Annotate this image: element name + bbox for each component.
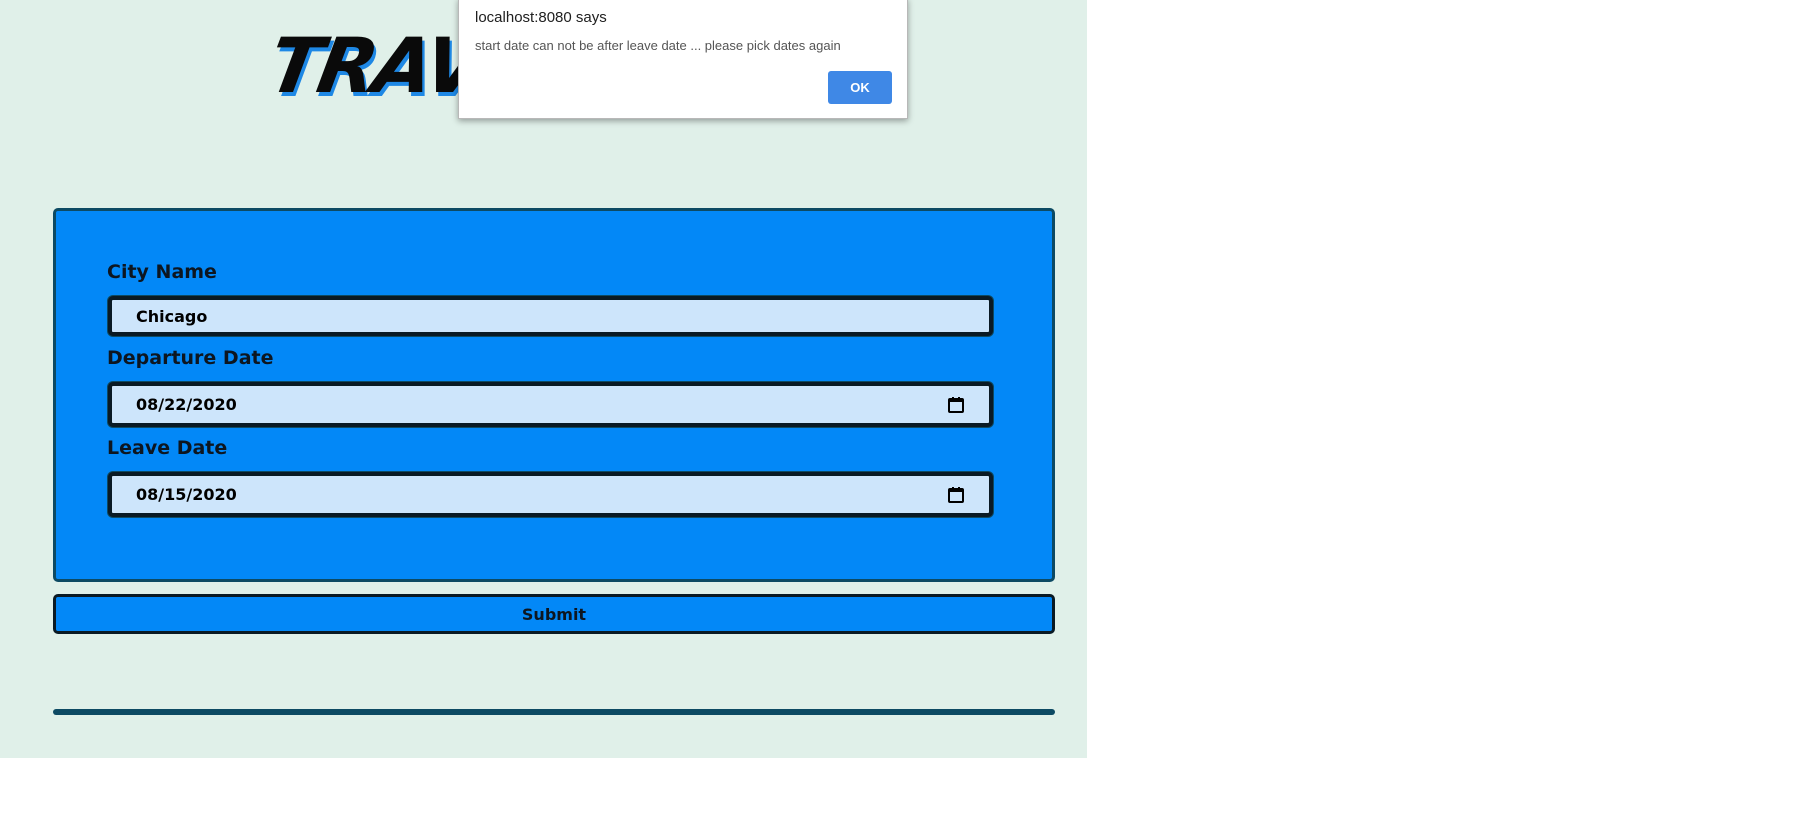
leave-date-input[interactable]: [136, 476, 916, 513]
departure-date-input[interactable]: [136, 386, 916, 423]
leave-date-field[interactable]: [108, 472, 993, 517]
city-name-field[interactable]: [108, 296, 993, 336]
leave-date-label: Leave Date: [107, 437, 228, 459]
submit-button[interactable]: Submit: [53, 594, 1055, 634]
calendar-icon[interactable]: [947, 396, 965, 414]
city-name-label: City Name: [107, 261, 217, 283]
city-name-input[interactable]: [136, 300, 916, 332]
dialog-message: start date can not be after leave date .…: [475, 38, 841, 53]
divider: [53, 709, 1055, 715]
ok-button[interactable]: OK: [828, 71, 892, 104]
departure-date-field[interactable]: [108, 382, 993, 427]
dialog-title: localhost:8080 says: [475, 9, 607, 26]
trip-form: City Name Departure Date Leave Date: [53, 208, 1055, 582]
departure-date-label: Departure Date: [107, 347, 274, 369]
alert-dialog: localhost:8080 says start date can not b…: [458, 0, 908, 119]
calendar-icon[interactable]: [947, 486, 965, 504]
